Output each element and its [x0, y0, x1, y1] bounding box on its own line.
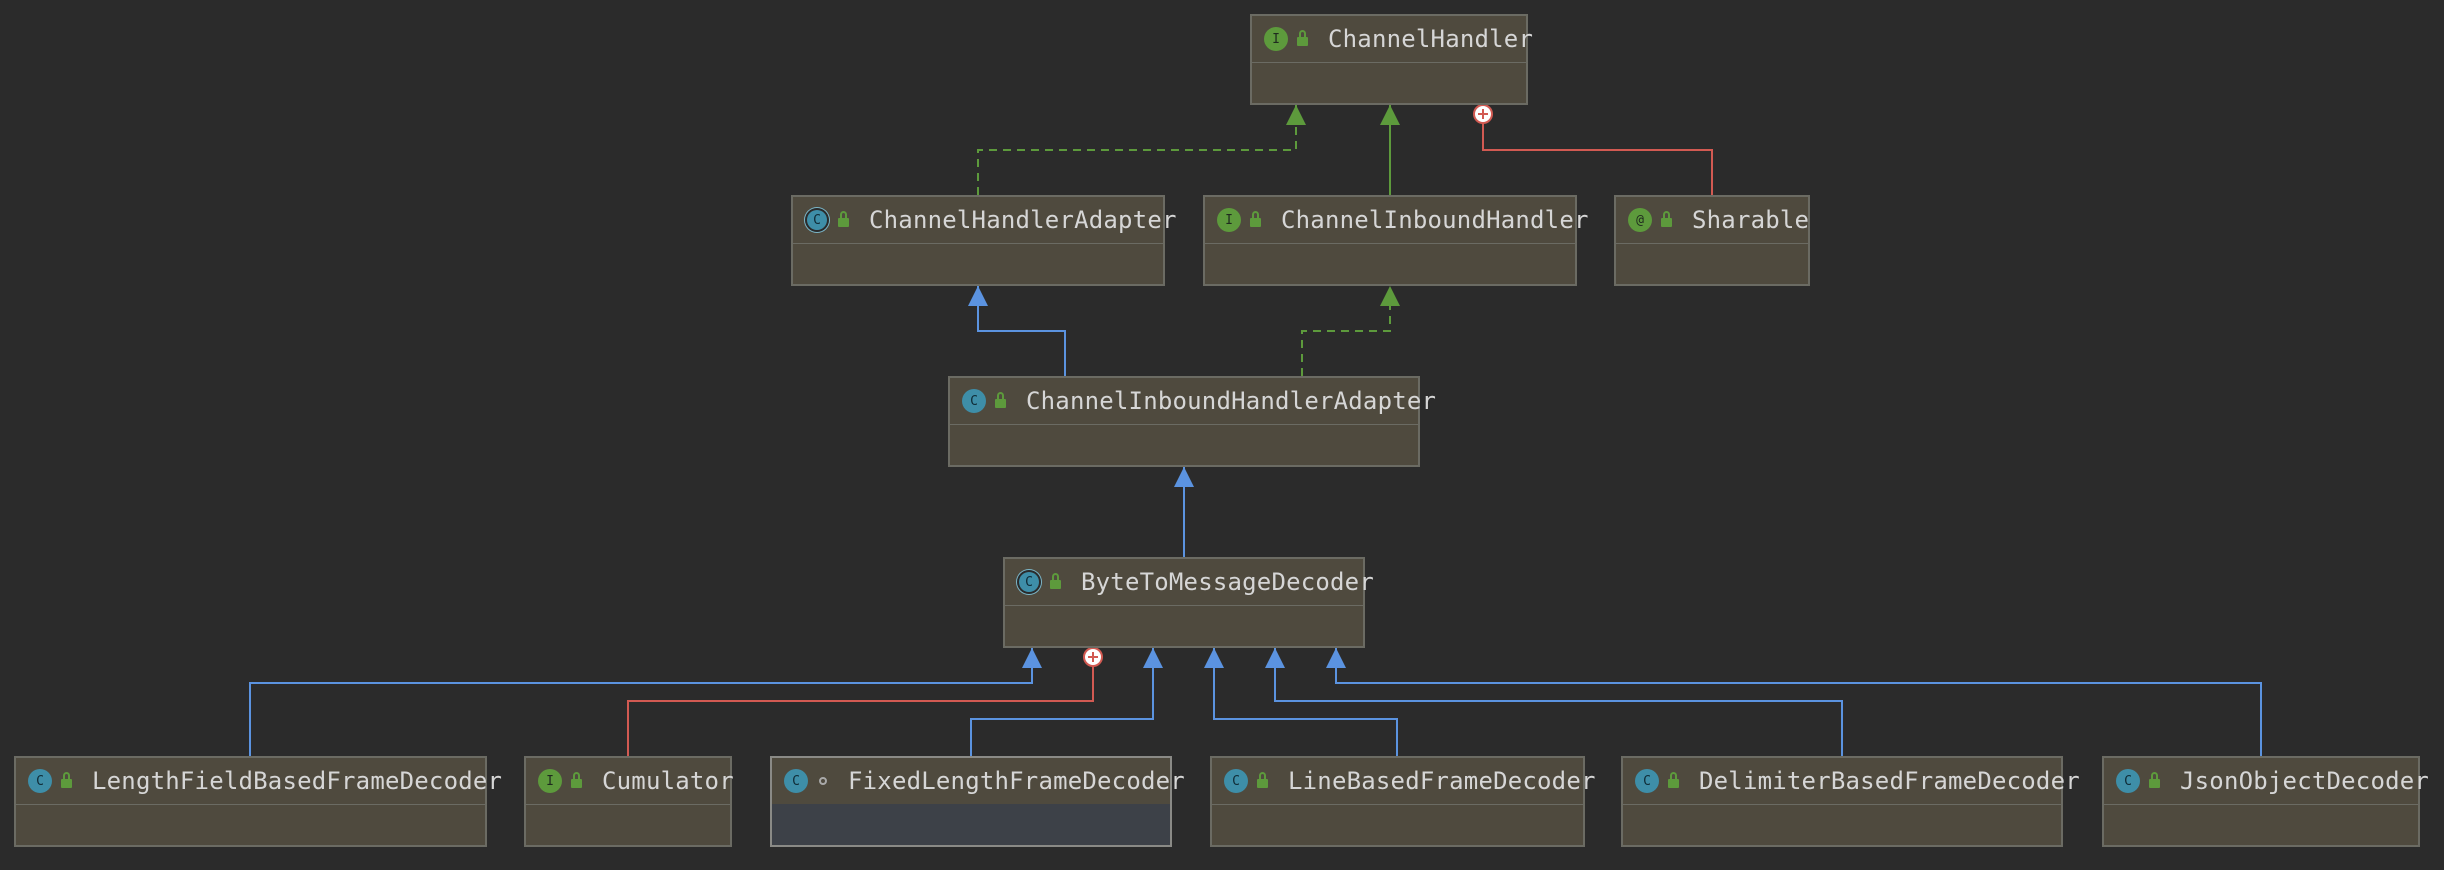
node-header: @ Sharable [1616, 197, 1810, 244]
node-header: C ChannelHandlerAdapter [793, 197, 1176, 244]
edge-channel-handler-adapter-to-channel-handler [977, 105, 1306, 195]
node-label: LineBasedFrameDecoder [1288, 767, 1596, 795]
realization-arrowhead [1286, 105, 1306, 125]
class-icon: C [1635, 769, 1659, 793]
node-label: JsonObjectDecoder [2180, 767, 2430, 795]
public-lock-icon [1247, 211, 1265, 229]
edge-channel-inbound-handler-to-channel-handler [1380, 105, 1400, 195]
node-label: ChannelInboundHandler [1281, 206, 1589, 234]
interface-icon: I [1217, 208, 1241, 232]
annotation-icon: @ [1628, 208, 1652, 232]
public-lock-icon [1254, 772, 1272, 790]
class-icon: C [2116, 769, 2140, 793]
edge-channel-inbound-handler-adapter-to-channel-inbound-handler [1301, 286, 1400, 376]
realization-arrowhead [1380, 105, 1400, 125]
node-members [772, 804, 1170, 845]
node-label: LengthFieldBasedFrameDecoder [92, 767, 503, 795]
node-header: C DelimiterBasedFrameDecoder [1623, 758, 2080, 805]
node-channel-handler[interactable]: I ChannelHandler [1250, 14, 1533, 105]
node-members [16, 804, 485, 845]
inheritance-arrowhead [1326, 648, 1346, 668]
node-members [1623, 804, 2061, 845]
class-icon: C [28, 769, 52, 793]
node-header: C JsonObjectDecoder [2104, 758, 2429, 805]
inheritance-arrowhead [1174, 467, 1194, 487]
public-lock-icon [1665, 772, 1683, 790]
node-label: ChannelInboundHandlerAdapter [1026, 387, 1437, 415]
node-members [1212, 804, 1583, 845]
node-json-object-decoder[interactable]: C JsonObjectDecoder [2102, 756, 2429, 847]
node-line-based-frame-decoder[interactable]: C LineBasedFrameDecoder [1210, 756, 1595, 847]
node-channel-inbound-handler[interactable]: I ChannelInboundHandler [1203, 195, 1588, 286]
node-header: C LengthFieldBasedFrameDecoder [16, 758, 502, 805]
class-icon: C [962, 389, 986, 413]
public-lock-icon [568, 772, 586, 790]
edge-line [1274, 648, 1843, 756]
node-cumulator[interactable]: I Cumulator [524, 756, 734, 847]
node-label: ChannelHandler [1328, 25, 1534, 53]
inheritance-arrowhead [1143, 648, 1163, 668]
node-members [2104, 804, 2418, 845]
node-label: ChannelHandlerAdapter [869, 206, 1177, 234]
node-header: C ByteToMessageDecoder [1005, 559, 1374, 606]
class-icon: C [1224, 769, 1248, 793]
uml-diagram-canvas: I ChannelHandler C ChannelHandlerAdapter I Ch… [0, 0, 2444, 870]
node-members [1205, 243, 1575, 284]
node-sharable[interactable]: @ Sharable [1614, 195, 1810, 286]
node-header: C ChannelInboundHandlerAdapter [950, 378, 1436, 425]
node-members [1616, 243, 1808, 284]
abstract-class-icon: C [1017, 570, 1041, 594]
node-delimiter-based-frame-decoder[interactable]: C DelimiterBasedFrameDecoder [1621, 756, 2080, 847]
node-label: Cumulator [602, 767, 734, 795]
node-header: C LineBasedFrameDecoder [1212, 758, 1595, 805]
package-visibility-icon [814, 772, 832, 790]
edge-line [1301, 286, 1391, 376]
public-lock-icon [1047, 573, 1065, 591]
inheritance-arrowhead [1204, 648, 1224, 668]
inheritance-arrowhead [968, 286, 988, 306]
node-members [526, 804, 730, 845]
node-label: Sharable [1692, 206, 1810, 234]
public-lock-icon [58, 772, 76, 790]
abstract-class-icon: C [805, 208, 829, 232]
inheritance-arrowhead [1265, 648, 1285, 668]
edge-line [1482, 114, 1713, 195]
edge-sharable-to-channel-handler [1473, 104, 1713, 195]
edge-line [977, 286, 1066, 376]
node-members [950, 424, 1418, 465]
node-members [1252, 62, 1526, 103]
edge-byte-to-message-decoder-to-channel-inbound-handler-adapter [1174, 467, 1194, 557]
inheritance-arrowhead [1022, 648, 1042, 668]
node-channel-inbound-handler-adapter[interactable]: C ChannelInboundHandlerAdapter [948, 376, 1436, 467]
edge-delimiter-based-frame-decoder-to-byte-to-message-decoder [1265, 648, 1843, 756]
node-members [793, 243, 1163, 284]
public-lock-icon [835, 211, 853, 229]
public-lock-icon [2146, 772, 2164, 790]
node-header: I ChannelHandler [1252, 16, 1533, 63]
public-lock-icon [992, 392, 1010, 410]
node-header: I ChannelInboundHandler [1205, 197, 1588, 244]
public-lock-icon [1658, 211, 1676, 229]
node-channel-handler-adapter[interactable]: C ChannelHandlerAdapter [791, 195, 1176, 286]
public-lock-icon [1294, 30, 1312, 48]
node-label: ByteToMessageDecoder [1081, 568, 1374, 596]
realization-arrowhead [1380, 286, 1400, 306]
node-length-field-based-frame-decoder[interactable]: C LengthFieldBasedFrameDecoder [14, 756, 502, 847]
edge-line [627, 657, 1094, 756]
node-header: I Cumulator [526, 758, 734, 805]
node-fixed-length-frame-decoder[interactable]: C FixedLengthFrameDecoder [770, 756, 1185, 847]
edge-line [977, 105, 1297, 195]
edge-channel-inbound-handler-adapter-to-channel-handler-adapter [968, 286, 1066, 376]
node-members [1005, 605, 1363, 646]
node-label: DelimiterBasedFrameDecoder [1699, 767, 2080, 795]
node-label: FixedLengthFrameDecoder [848, 767, 1185, 795]
class-icon: C [784, 769, 808, 793]
node-byte-to-message-decoder[interactable]: C ByteToMessageDecoder [1003, 557, 1374, 648]
node-header: C FixedLengthFrameDecoder [772, 758, 1185, 805]
interface-icon: I [1264, 27, 1288, 51]
interface-icon: I [538, 769, 562, 793]
